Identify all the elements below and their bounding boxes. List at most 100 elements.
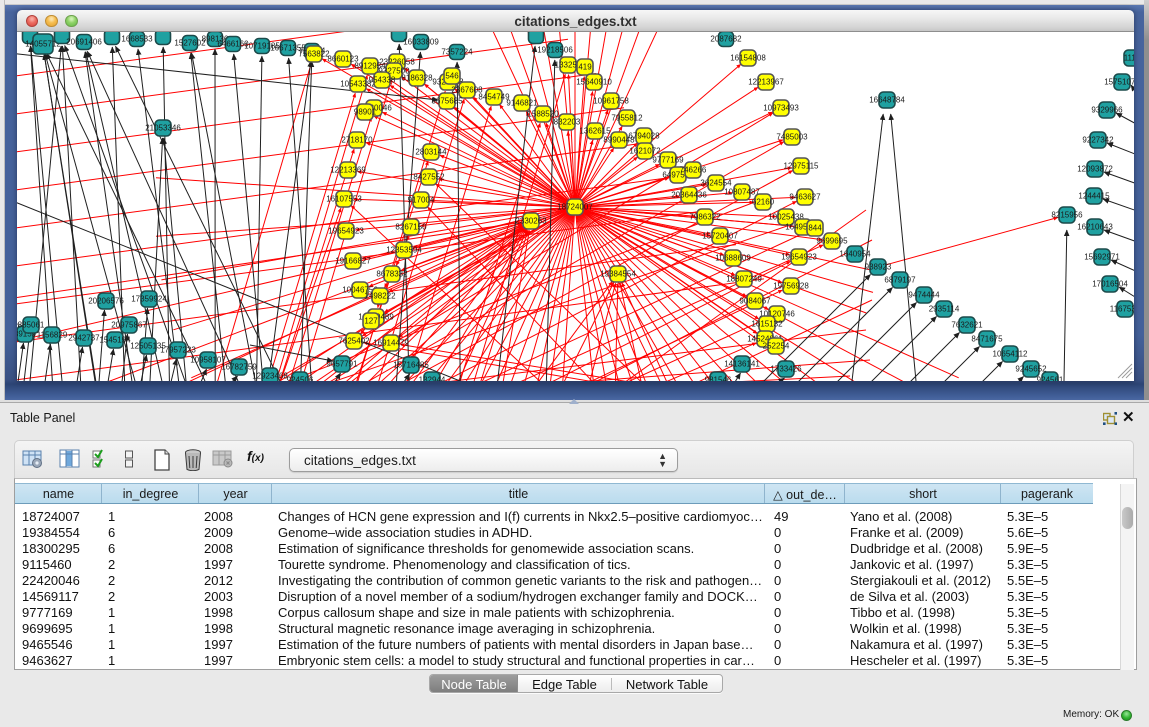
svg-text:2803144: 2803144	[415, 148, 447, 157]
svg-text:12093872: 12093872	[1077, 165, 1113, 174]
svg-text:924561: 924561	[1037, 376, 1064, 382]
svg-text:9463627: 9463627	[789, 193, 821, 202]
svg-text:12353594: 12353594	[386, 246, 422, 255]
svg-text:9777169: 9777169	[652, 156, 684, 165]
svg-text:16107553: 16107553	[326, 195, 362, 204]
svg-text:9474444: 9474444	[908, 291, 940, 300]
svg-text:954338: 954338	[369, 76, 396, 85]
svg-text:15640910: 15640910	[576, 78, 612, 87]
svg-text:9084067: 9084067	[739, 297, 771, 306]
svg-text:12213967: 12213967	[748, 78, 784, 87]
svg-text:16914479: 16914479	[373, 339, 409, 348]
svg-text:16033809: 16033809	[403, 38, 439, 47]
svg-text:16210643: 16210643	[1077, 223, 1113, 232]
svg-text:12213369: 12213369	[330, 166, 366, 175]
svg-text:917004: 917004	[408, 196, 435, 205]
svg-text:6794028: 6794028	[628, 132, 660, 141]
svg-text:20364436: 20364436	[671, 191, 707, 200]
svg-text:19654923: 19654923	[328, 227, 364, 236]
svg-text:132944: 132944	[419, 376, 446, 382]
svg-text:8471675: 8471675	[971, 335, 1003, 344]
svg-text:10973493: 10973493	[763, 104, 799, 113]
svg-text:8678332: 8678332	[376, 270, 408, 279]
svg-text:981546: 981546	[705, 376, 732, 382]
svg-text:1244415: 1244415	[1078, 192, 1110, 201]
svg-text:20975867: 20975867	[111, 321, 147, 330]
svg-text:7357224: 7357224	[441, 48, 473, 57]
svg-text:1615132: 1615132	[751, 320, 783, 329]
svg-text:1362615: 1362615	[579, 127, 611, 136]
svg-text:18724007: 18724007	[557, 203, 593, 212]
svg-text:252254: 252254	[763, 342, 790, 351]
svg-text:16782759: 16782759	[221, 363, 257, 372]
svg-text:7563822: 7563822	[298, 50, 330, 59]
svg-text:16154808: 16154808	[730, 54, 766, 63]
svg-text:10688609: 10688609	[715, 254, 751, 263]
svg-text:844: 844	[808, 224, 822, 233]
svg-text:15716485: 15716485	[393, 361, 429, 370]
svg-text:17957223: 17957223	[160, 346, 196, 355]
svg-text:12975115: 12975115	[784, 162, 820, 171]
svg-text:1156829: 1156829	[37, 331, 68, 340]
svg-text:7986322: 7986322	[689, 213, 721, 222]
svg-text:8215956: 8215956	[1051, 211, 1083, 220]
svg-text:19654923: 19654923	[781, 253, 817, 262]
svg-text:2942737: 2942737	[68, 334, 100, 343]
svg-text:9146821: 9146821	[506, 99, 538, 108]
svg-text:1498222: 1498222	[364, 292, 396, 301]
svg-text:9227342: 9227342	[1082, 136, 1114, 145]
svg-text:21053346: 21053346	[145, 124, 181, 133]
svg-text:19218506: 19218506	[537, 46, 573, 55]
svg-text:8454749: 8454749	[478, 93, 510, 102]
svg-text:1167533: 1167533	[1110, 305, 1134, 314]
svg-text:7485003: 7485003	[776, 133, 808, 142]
svg-text:10654112: 10654112	[993, 350, 1029, 359]
svg-text:12923468: 12923468	[252, 372, 288, 381]
svg-text:15720407: 15720407	[702, 232, 738, 241]
svg-text:10961758: 10961758	[593, 97, 629, 106]
svg-text:2718170: 2718170	[341, 136, 373, 145]
svg-text:14136141: 14136141	[724, 360, 760, 369]
svg-text:19384554: 19384554	[600, 270, 636, 279]
svg-text:7955812: 7955812	[611, 114, 643, 123]
svg-text:832203: 832203	[554, 118, 581, 127]
svg-text:3675685: 3675685	[431, 97, 463, 106]
svg-text:20206576: 20206576	[88, 297, 124, 306]
svg-text:20691406: 20691406	[66, 38, 102, 47]
svg-text:1117: 1117	[1124, 54, 1134, 63]
svg-text:9699695: 9699695	[816, 237, 848, 246]
svg-text:9657791: 9657791	[326, 360, 358, 369]
svg-text:19166827: 19166827	[335, 257, 371, 266]
svg-text:9245652: 9245652	[1015, 365, 1047, 374]
svg-text:1733426: 1733426	[770, 365, 802, 374]
svg-text:17359924: 17359924	[131, 295, 167, 304]
svg-text:885061: 885061	[18, 321, 45, 330]
svg-text:546: 546	[445, 72, 459, 81]
svg-text:19756928: 19756928	[773, 282, 809, 291]
svg-text:8186328: 8186328	[401, 74, 433, 83]
svg-text:17016504: 17016504	[1092, 280, 1128, 289]
svg-text:10807487: 10807487	[724, 188, 760, 197]
svg-text:15692971: 15692971	[1084, 253, 1120, 262]
svg-text:8267150: 8267150	[395, 223, 427, 232]
svg-text:9329966: 9329966	[1091, 106, 1123, 115]
svg-text:2935114: 2935114	[929, 305, 960, 314]
svg-text:938923: 938923	[865, 263, 892, 272]
svg-text:419: 419	[578, 63, 592, 72]
svg-text:3624554: 3624554	[700, 179, 732, 188]
svg-text:15751074: 15751074	[1104, 78, 1134, 87]
svg-text:1621072: 1621072	[629, 147, 661, 156]
svg-text:7632621: 7632621	[951, 321, 983, 330]
svg-text:2330263: 2330263	[515, 217, 547, 226]
svg-text:924506: 924506	[287, 376, 314, 382]
svg-text:18807249: 18807249	[726, 275, 762, 284]
svg-text:8427552: 8427552	[413, 173, 445, 182]
svg-text:746266: 746266	[680, 166, 707, 175]
svg-text:98901: 98901	[354, 108, 377, 117]
svg-text:1545194: 1545194	[99, 336, 131, 345]
svg-text:7625402: 7625402	[338, 337, 370, 346]
svg-text:62160: 62160	[752, 198, 775, 207]
svg-text:1668533: 1668533	[121, 35, 153, 44]
svg-text:16648784: 16648784	[869, 96, 905, 105]
svg-text:1640954: 1640954	[839, 250, 871, 259]
